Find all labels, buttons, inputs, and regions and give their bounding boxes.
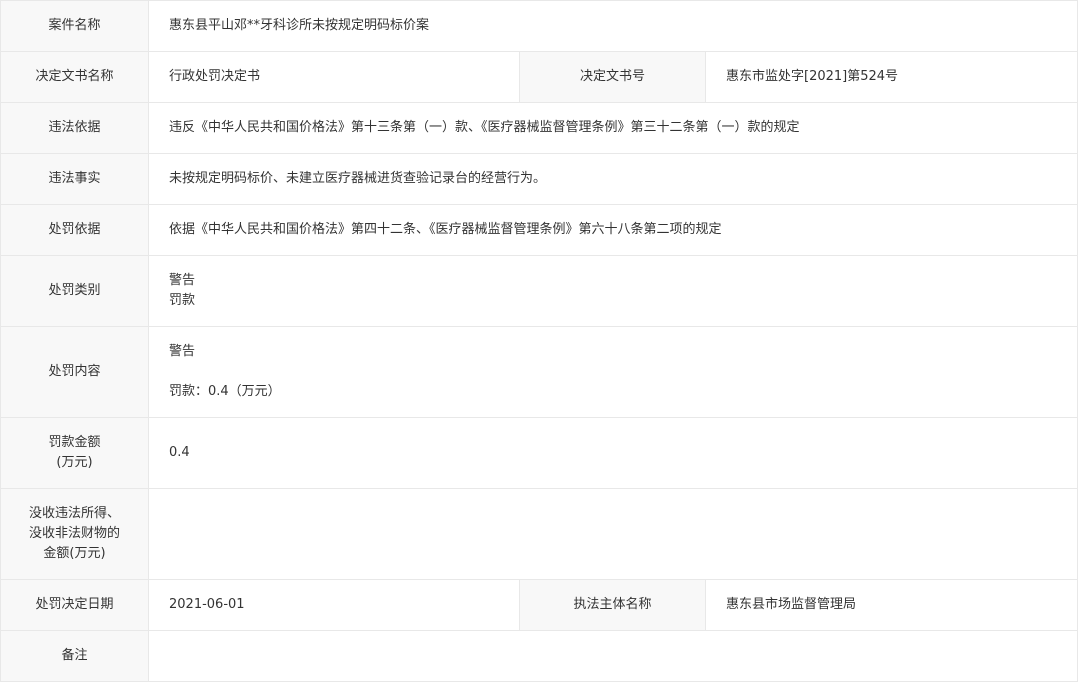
row-case-name: 案件名称 惠东县平山邓**牙科诊所未按规定明码标价案 (0, 0, 1078, 52)
doc-name-value: 行政处罚决定书 (148, 51, 520, 103)
case-name-value: 惠东县平山邓**牙科诊所未按规定明码标价案 (148, 0, 1078, 52)
confiscation-label: 没收违法所得、 没收非法财物的 金额(万元) (0, 488, 149, 580)
doc-number-value: 惠东市监处字[2021]第524号 (705, 51, 1078, 103)
confiscation-label-line2: 没收非法财物的 (28, 526, 120, 541)
enforcer-label: 执法主体名称 (519, 579, 706, 631)
violation-facts-label: 违法事实 (0, 153, 149, 205)
penalty-type-value: 警告 罚款 (148, 255, 1078, 327)
violation-basis-label: 违法依据 (0, 102, 149, 154)
confiscation-value (148, 488, 1078, 580)
enforcer-value: 惠东县市场监督管理局 (705, 579, 1078, 631)
fine-amount-label-line1: 罚款金额 (48, 435, 101, 450)
row-remarks: 备注 (0, 630, 1078, 682)
fine-amount-label-unit: (万元) (56, 455, 93, 470)
violation-facts-value: 未按规定明码标价、未建立医疗器械进货查验记录台的经营行为。 (148, 153, 1078, 205)
penalty-basis-value: 依据《中华人民共和国价格法》第四十二条、《医疗器械监督管理条例》第六十八条第二项… (148, 204, 1078, 256)
penalty-type-label: 处罚类别 (0, 255, 149, 327)
penalty-type-fine: 罚款 (169, 293, 196, 308)
penalty-content-value: 警告 罚款：0.4（万元） (148, 326, 1078, 418)
row-penalty-basis: 处罚依据 依据《中华人民共和国价格法》第四十二条、《医疗器械监督管理条例》第六十… (0, 204, 1078, 256)
penalty-type-warning: 警告 (169, 273, 196, 288)
case-name-label: 案件名称 (0, 0, 149, 52)
row-confiscation: 没收违法所得、 没收非法财物的 金额(万元) (0, 488, 1078, 580)
doc-name-label: 决定文书名称 (0, 51, 149, 103)
penalty-basis-label: 处罚依据 (0, 204, 149, 256)
penalty-content-fine: 罚款：0.4（万元） (169, 384, 281, 399)
penalty-content-warning: 警告 (169, 344, 196, 359)
fine-amount-label: 罚款金额 (万元) (0, 417, 149, 489)
decision-date-label: 处罚决定日期 (0, 579, 149, 631)
row-penalty-type: 处罚类别 警告 罚款 (0, 255, 1078, 327)
penalty-content-label: 处罚内容 (0, 326, 149, 418)
row-penalty-content: 处罚内容 警告 罚款：0.4（万元） (0, 326, 1078, 418)
fine-amount-value: 0.4 (148, 417, 1078, 489)
confiscation-label-line3: 金额(万元) (43, 546, 106, 561)
confiscation-label-line1: 没收违法所得、 (28, 506, 120, 521)
decision-date-value: 2021-06-01 (148, 579, 520, 631)
remarks-value (148, 630, 1078, 682)
row-doc: 决定文书名称 行政处罚决定书 决定文书号 惠东市监处字[2021]第524号 (0, 51, 1078, 103)
violation-basis-value: 违反《中华人民共和国价格法》第十三条第（一）款、《医疗器械监督管理条例》第三十二… (148, 102, 1078, 154)
row-violation-facts: 违法事实 未按规定明码标价、未建立医疗器械进货查验记录台的经营行为。 (0, 153, 1078, 205)
penalty-info-table: 案件名称 惠东县平山邓**牙科诊所未按规定明码标价案 决定文书名称 行政处罚决定… (0, 0, 1078, 682)
row-fine-amount: 罚款金额 (万元) 0.4 (0, 417, 1078, 489)
row-violation-basis: 违法依据 违反《中华人民共和国价格法》第十三条第（一）款、《医疗器械监督管理条例… (0, 102, 1078, 154)
row-decision: 处罚决定日期 2021-06-01 执法主体名称 惠东县市场监督管理局 (0, 579, 1078, 631)
doc-number-label: 决定文书号 (519, 51, 706, 103)
remarks-label: 备注 (0, 630, 149, 682)
penalty-content-spacer (169, 362, 1077, 382)
